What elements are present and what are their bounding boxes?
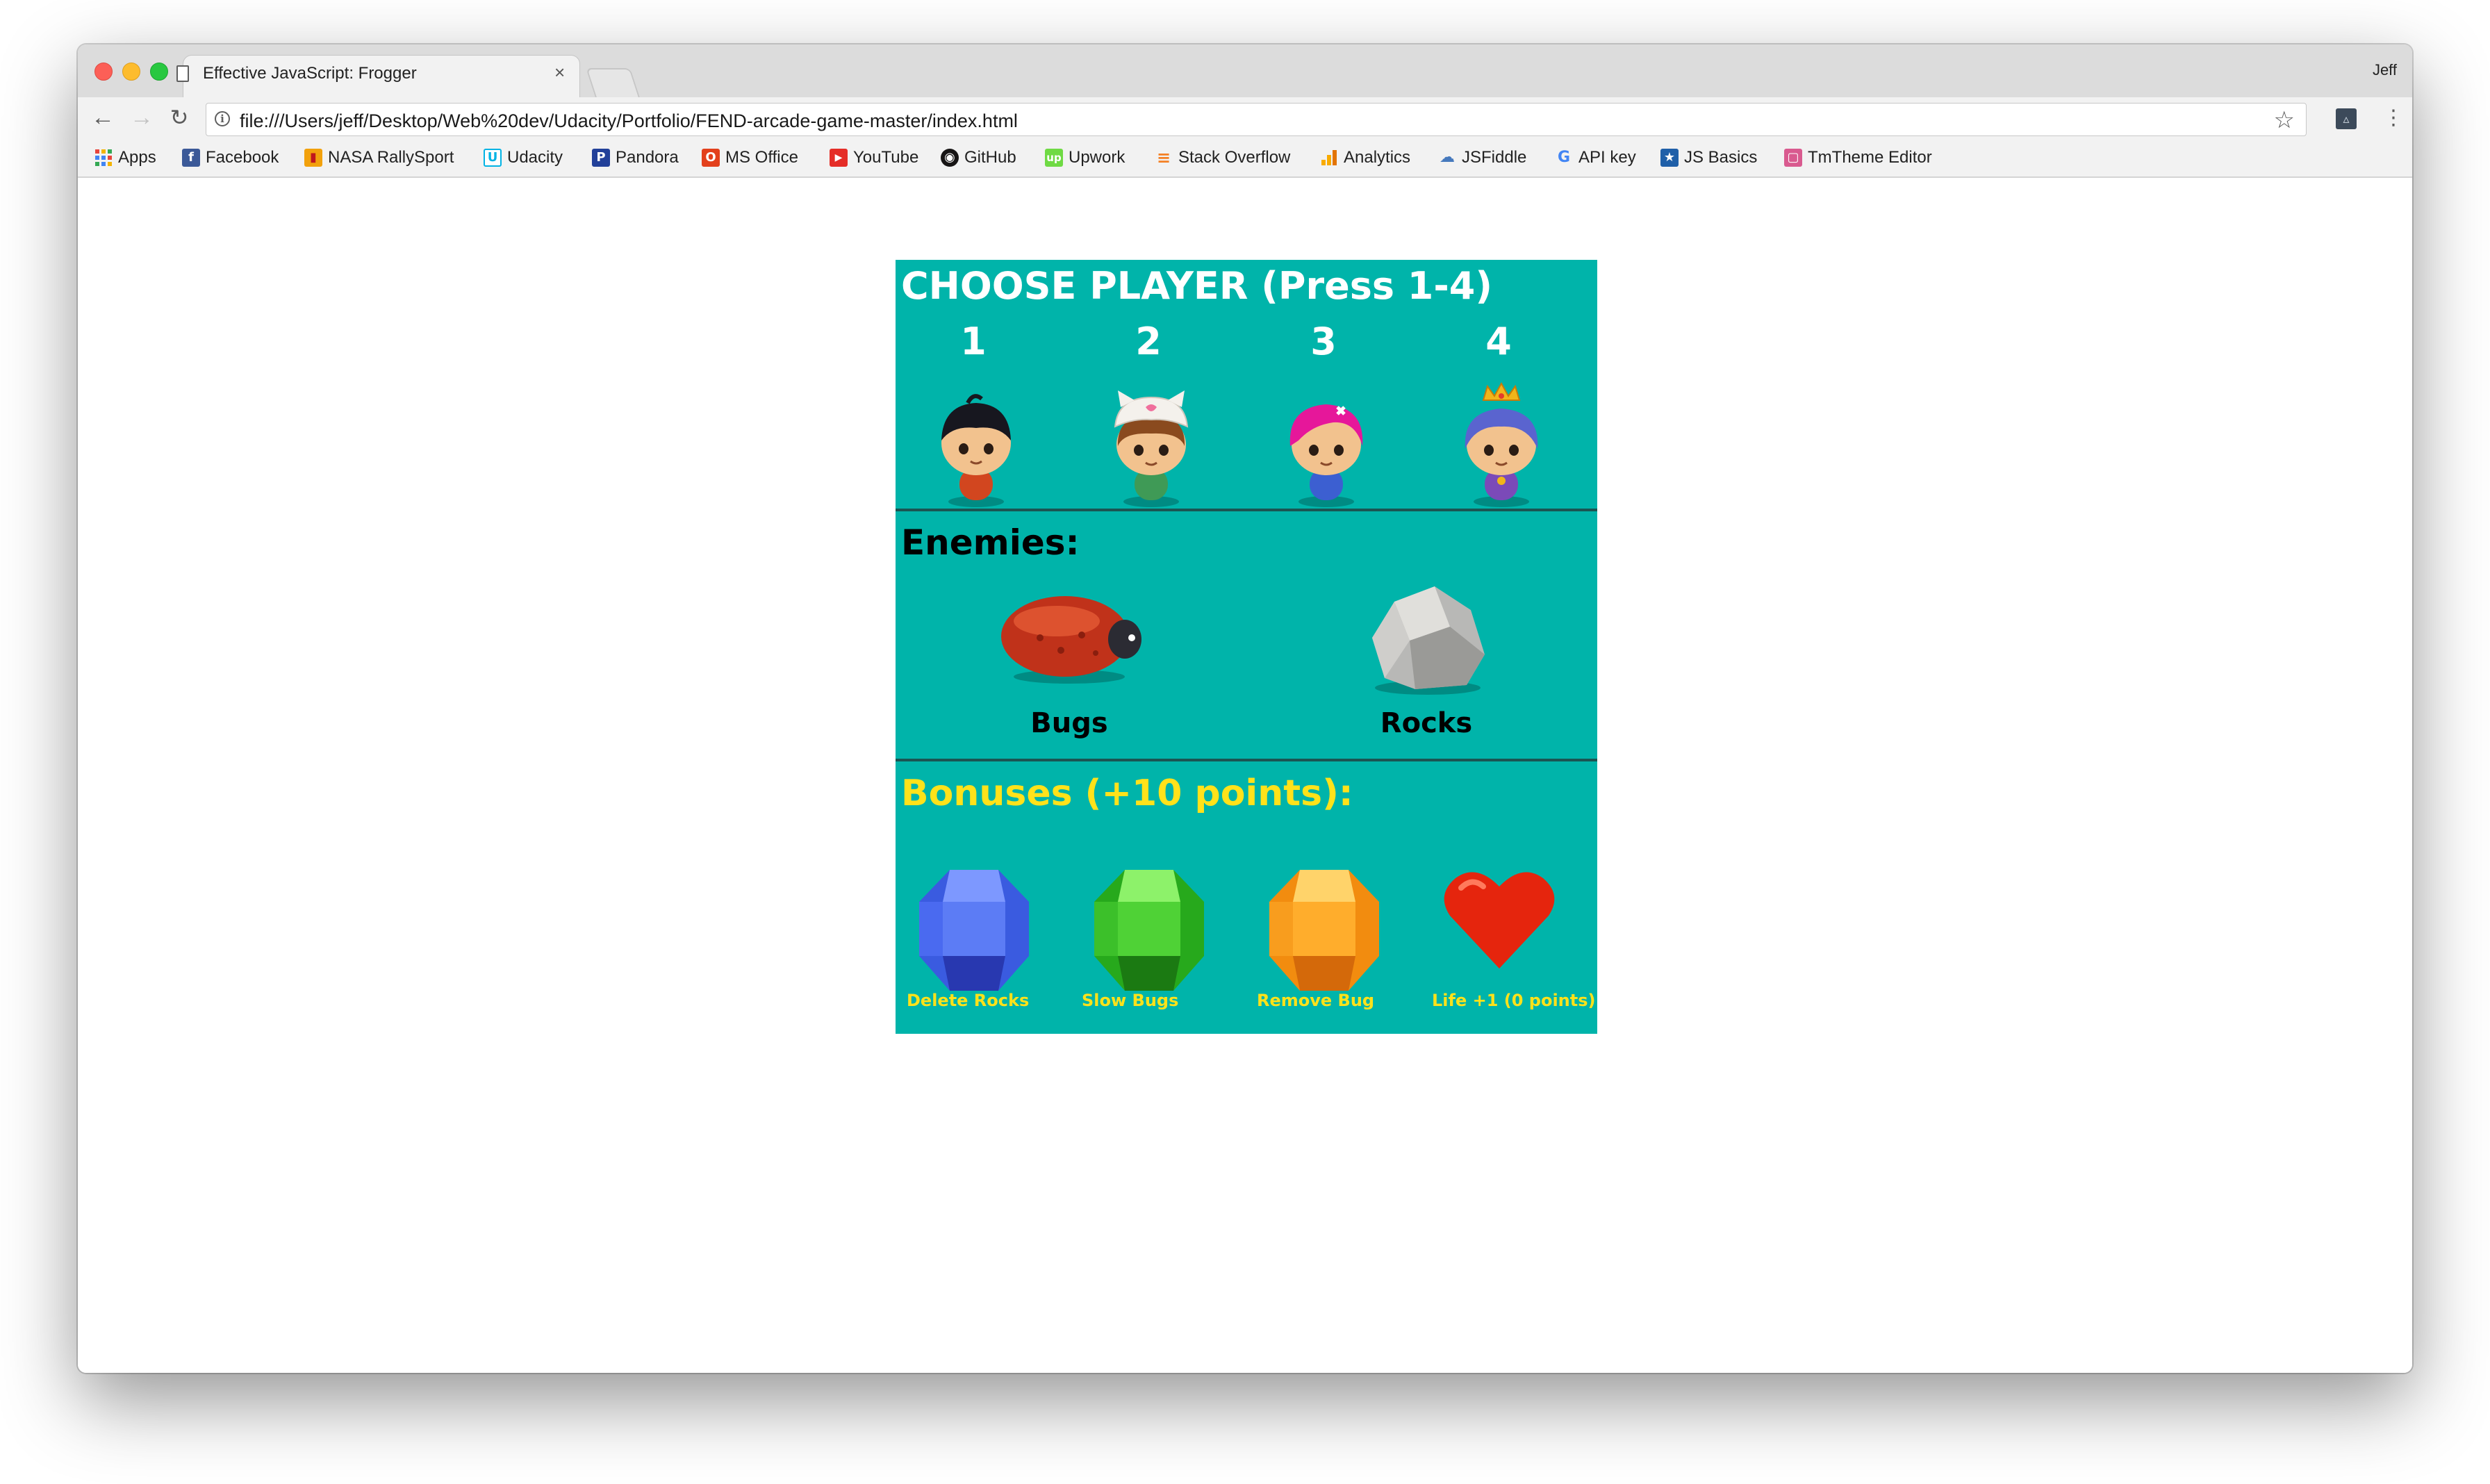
info-icon[interactable]: i — [215, 111, 230, 126]
tmtheme-editor-icon: ▢ — [1784, 149, 1802, 167]
player-number: 1 — [960, 320, 987, 363]
page-icon — [176, 65, 189, 82]
player-boy-sprite[interactable] — [927, 377, 1025, 509]
section-divider — [896, 759, 1597, 761]
page-content: CHOOSE PLAYER (Press 1-4) 1 2 3 4 Enemie… — [78, 178, 2412, 1373]
rock-sprite — [1372, 586, 1485, 695]
gem-green-sprite — [1094, 870, 1204, 991]
bookmark-nasa-rallysport[interactable]: ▮ NASA RallySport — [304, 146, 454, 170]
enemy-label: Bugs — [1030, 707, 1108, 739]
bookmark-stack-overflow[interactable]: ≡ Stack Overflow — [1155, 146, 1290, 170]
bookmark-ms-office[interactable]: O MS Office — [702, 146, 798, 170]
bookmark-api-key[interactable]: G API key — [1555, 146, 1636, 170]
pandora-icon: P — [592, 149, 610, 167]
bookmark-udacity[interactable]: U Udacity — [484, 146, 563, 170]
bookmark-jsfiddle[interactable]: ☁ JSFiddle — [1438, 146, 1526, 170]
youtube-icon: ▶ — [830, 149, 848, 167]
bookmark-label: Stack Overflow — [1178, 148, 1291, 167]
profile-name[interactable]: Jeff — [2373, 61, 2397, 79]
bookmark-upwork[interactable]: up Upwork — [1045, 146, 1125, 170]
enemies-heading: Enemies: — [901, 522, 1080, 563]
game-board[interactable]: CHOOSE PLAYER (Press 1-4) 1 2 3 4 Enemie… — [896, 260, 1597, 1034]
bookmark-js-basics[interactable]: ★ JS Basics — [1660, 146, 1757, 170]
bookmark-label: YouTube — [853, 148, 919, 167]
facebook-icon: f — [182, 149, 200, 167]
bookmark-star-icon[interactable]: ☆ — [2274, 106, 2295, 134]
tab-title: Effective JavaScript: Frogger — [203, 64, 417, 83]
player-number: 4 — [1485, 320, 1512, 363]
player-cat-girl-sprite[interactable] — [1103, 377, 1200, 509]
browser-window: Effective JavaScript: Frogger × Jeff ← →… — [78, 44, 2412, 1373]
url-text[interactable]: file:///Users/jeff/Desktop/Web%20dev/Uda… — [240, 110, 1018, 132]
bookmark-github[interactable]: ◉ GitHub — [941, 146, 1016, 170]
back-arrow-icon[interactable]: ← — [88, 103, 118, 133]
bookmark-tmtheme-editor[interactable]: ▢ TmTheme Editor — [1784, 146, 1932, 170]
apps-grid-icon — [94, 149, 113, 167]
player-number: 2 — [1135, 320, 1162, 363]
section-divider — [896, 509, 1597, 511]
bookmark-label: JS Basics — [1684, 148, 1758, 167]
udacity-icon: U — [484, 149, 502, 167]
bookmark-label: Facebook — [206, 148, 279, 167]
window-maximize-button[interactable] — [150, 63, 168, 81]
forward-arrow-icon[interactable]: → — [126, 103, 157, 133]
enemy-bug-sprite — [1001, 596, 1141, 684]
bookmark-label: NASA RallySport — [328, 148, 454, 167]
bookmark-apps[interactable]: Apps — [94, 146, 156, 170]
player-pink-girl-sprite[interactable] — [1278, 377, 1375, 509]
jsfiddle-icon: ☁ — [1440, 149, 1455, 166]
gem-blue-sprite — [919, 870, 1029, 991]
nasa-rallysport-icon: ▮ — [304, 149, 322, 167]
bookmark-label: JSFiddle — [1462, 148, 1527, 167]
bookmark-facebook[interactable]: f Facebook — [182, 146, 279, 170]
player-number: 3 — [1310, 320, 1337, 363]
menu-kebab-icon[interactable]: ⋮ — [2383, 106, 2404, 131]
extension-icon[interactable]: ▵ — [2336, 108, 2357, 129]
bonus-label: Life +1 (0 points) — [1432, 991, 1596, 1010]
heart-sprite — [1444, 872, 1555, 968]
bookmarks-bar: Apps f Facebook ▮ NASA RallySport U Udacity… — [78, 139, 2412, 178]
bookmark-label: Apps — [118, 148, 156, 167]
bonus-label: Slow Bugs — [1082, 991, 1179, 1010]
bookmark-label: API key — [1578, 148, 1636, 167]
bookmark-label: TmTheme Editor — [1808, 148, 1932, 167]
browser-toolbar: ← → ↻ i file:///Users/jeff/Desktop/Web%2… — [78, 97, 2412, 139]
google-icon: G — [1557, 149, 1571, 166]
bookmark-label: Pandora — [616, 148, 679, 167]
stack-overflow-icon: ≡ — [1156, 148, 1171, 167]
title-bar: Effective JavaScript: Frogger × Jeff — [78, 44, 2412, 97]
new-tab-button[interactable] — [586, 68, 640, 97]
js-basics-icon: ★ — [1660, 149, 1679, 167]
bookmark-label: Udacity — [507, 148, 563, 167]
reload-icon[interactable]: ↻ — [164, 103, 195, 133]
tab-close-icon[interactable]: × — [554, 63, 565, 82]
bookmark-label: Analytics — [1344, 148, 1411, 167]
player-princess-sprite[interactable] — [1453, 377, 1550, 509]
bookmark-analytics[interactable]: Analytics — [1320, 146, 1410, 170]
analytics-icon — [1320, 149, 1338, 167]
window-close-button[interactable] — [94, 63, 113, 81]
enemy-label: Rocks — [1380, 707, 1473, 739]
bookmark-youtube[interactable]: ▶ YouTube — [830, 146, 918, 170]
bookmark-label: GitHub — [964, 148, 1016, 167]
address-bar[interactable]: i file:///Users/jeff/Desktop/Web%20dev/U… — [206, 103, 2307, 136]
ms-office-icon: O — [702, 149, 720, 167]
gem-orange-sprite — [1269, 870, 1379, 991]
bookmark-pandora[interactable]: P Pandora — [592, 146, 679, 170]
choose-player-heading: CHOOSE PLAYER (Press 1-4) — [901, 264, 1493, 308]
github-icon: ◉ — [941, 149, 959, 167]
bonus-label: Delete Rocks — [907, 991, 1030, 1010]
bookmark-label: MS Office — [725, 148, 798, 167]
bookmark-label: Upwork — [1069, 148, 1126, 167]
bonus-label: Remove Bug — [1257, 991, 1375, 1010]
upwork-icon: up — [1045, 149, 1063, 167]
bonuses-heading: Bonuses (+10 points): — [901, 773, 1353, 814]
window-minimize-button[interactable] — [122, 63, 140, 81]
